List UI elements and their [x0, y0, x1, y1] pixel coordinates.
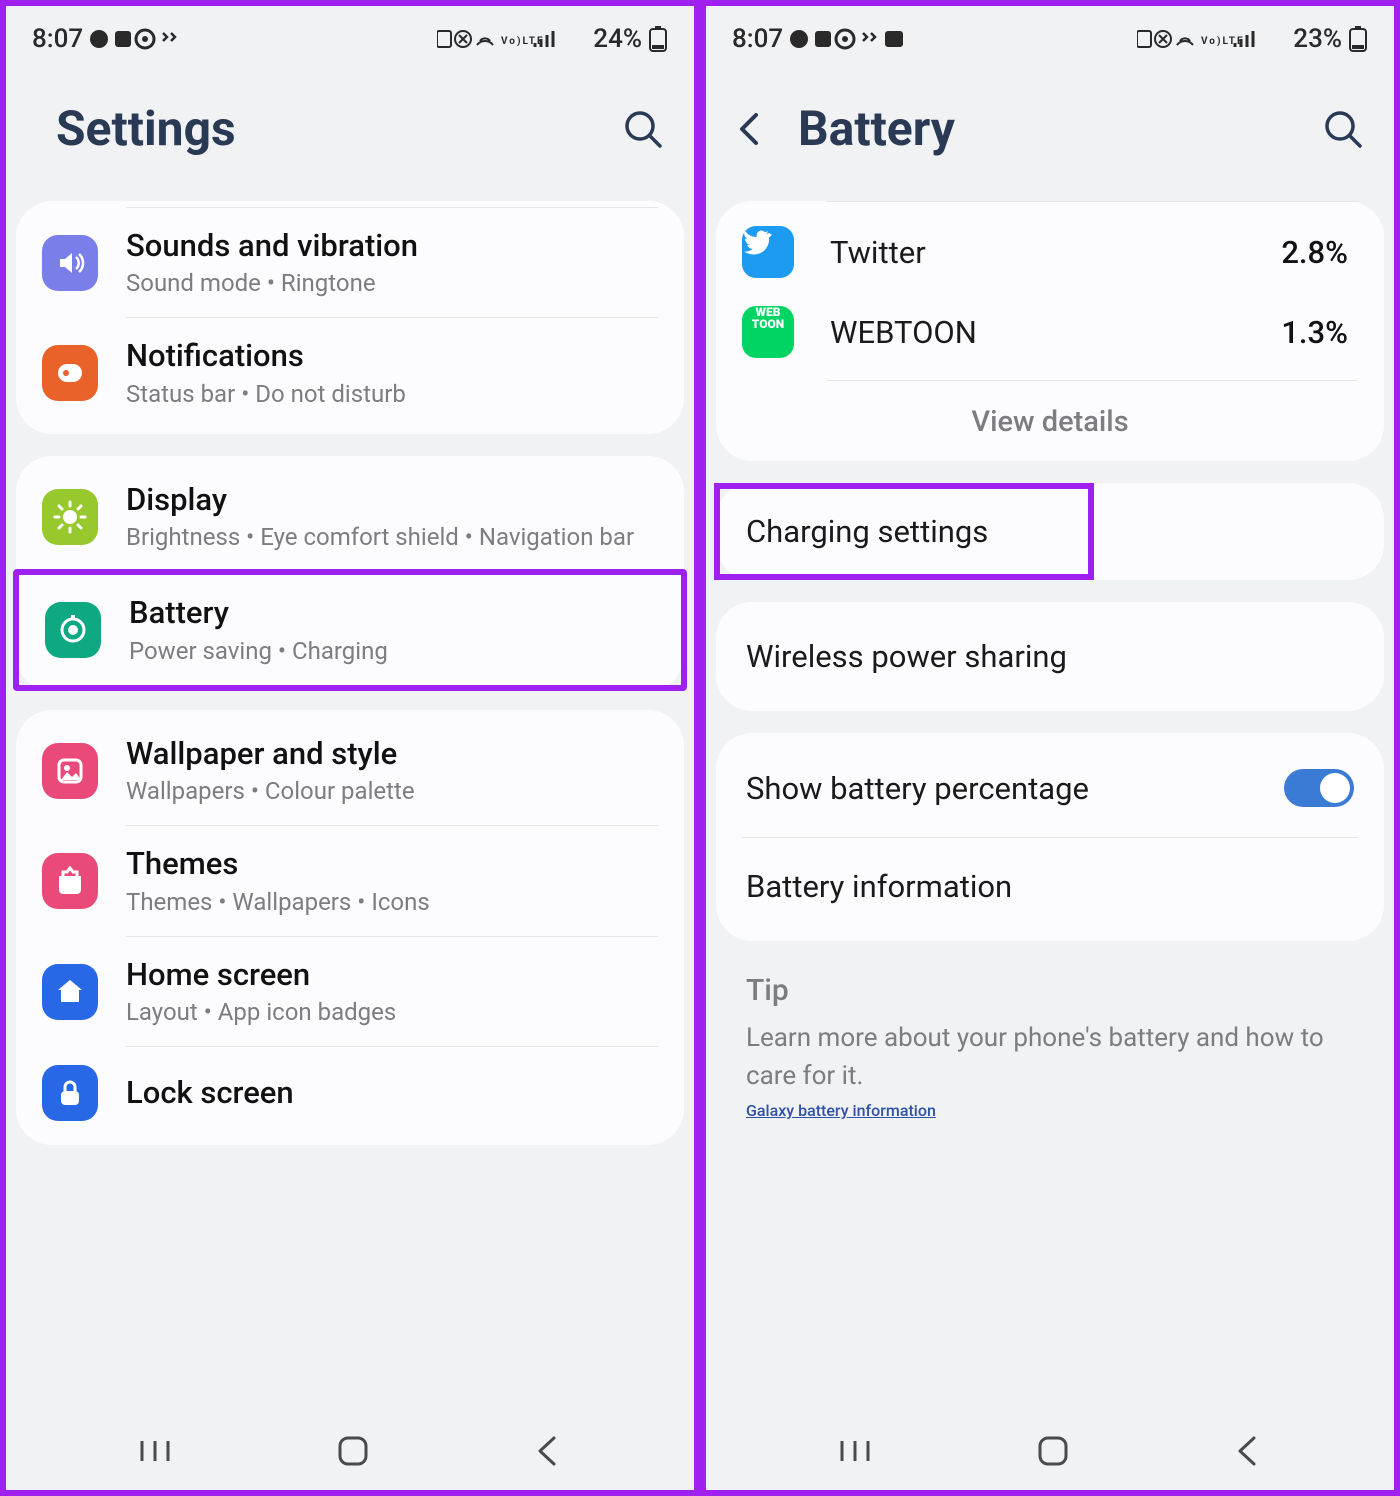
twitter-icon — [742, 226, 794, 278]
item-title: Notifications — [126, 336, 658, 376]
app-usage-webtoon[interactable]: WEBTOON WEBTOON 1.3% — [716, 292, 1384, 372]
settings-item-battery[interactable]: Battery Power saving • Charging — [19, 575, 681, 684]
phone-left: 8:07 Vo)LTE 24% Settings Sounds and vibr — [0, 0, 700, 1496]
nav-recents[interactable] — [838, 1437, 872, 1465]
item-sub: Sound mode • Ringtone — [126, 268, 658, 299]
item-sub: Themes • Wallpapers • Icons — [126, 887, 658, 918]
item-title: Themes — [126, 844, 658, 884]
item-sub: Layout • App icon badges — [126, 997, 658, 1028]
nav-back[interactable] — [534, 1434, 562, 1468]
battery-content[interactable]: Twitter 2.8% WEBTOON WEBTOON 1.3% View d… — [706, 201, 1394, 1412]
notifications-icon — [42, 345, 98, 401]
status-bar: 8:07 Vo)LTE 23% — [706, 6, 1394, 72]
status-left-icons — [789, 27, 913, 51]
item-title: Home screen — [126, 955, 658, 995]
nav-bar — [6, 1412, 694, 1490]
wireless-card: Wireless power sharing — [716, 602, 1384, 711]
charging-settings-card: Charging settings — [716, 483, 1384, 580]
show-battery-pct-row[interactable]: Show battery percentage — [716, 739, 1384, 837]
show-pct-label: Show battery percentage — [746, 770, 1284, 807]
status-right-icons: Vo)LTE — [437, 27, 587, 51]
settings-group: Wallpaper and style Wallpapers • Colour … — [16, 710, 684, 1145]
battery-info-row[interactable]: Battery information — [716, 838, 1384, 935]
item-title: Display — [126, 480, 658, 520]
battery-percent: 24% — [593, 24, 642, 54]
settings-item-home[interactable]: Home screen Layout • App icon badges — [16, 937, 684, 1046]
settings-item-wallpaper[interactable]: Wallpaper and style Wallpapers • Colour … — [16, 716, 684, 825]
highlight-battery: Battery Power saving • Charging — [13, 569, 687, 690]
home-icon — [42, 964, 98, 1020]
item-title: Lock screen — [126, 1073, 658, 1113]
nav-recents[interactable] — [138, 1437, 172, 1465]
status-left-icons — [89, 27, 189, 51]
battery-header: Battery — [706, 72, 1394, 201]
app-usage-twitter[interactable]: Twitter 2.8% — [716, 212, 1384, 292]
nav-back[interactable] — [1234, 1434, 1262, 1468]
tip-link[interactable]: Galaxy battery information — [746, 1101, 936, 1120]
sound-icon — [42, 235, 98, 291]
app-percent: 2.8% — [1281, 234, 1348, 271]
back-icon[interactable] — [736, 109, 770, 149]
battery-icon — [1348, 25, 1368, 53]
item-sub: Wallpapers • Colour palette — [126, 776, 658, 807]
app-name: Twitter — [830, 234, 1281, 271]
svg-text:Vo)LTE: Vo)LTE — [1201, 35, 1245, 47]
themes-icon — [42, 853, 98, 909]
phone-right: 8:07 Vo)LTE 23% Battery Twitter 2.8% — [700, 0, 1400, 1496]
battery-percent: 23% — [1293, 24, 1342, 54]
nav-home[interactable] — [336, 1434, 370, 1468]
settings-list[interactable]: Sounds and vibration Sound mode • Ringto… — [6, 201, 694, 1412]
clock: 8:07 — [32, 24, 83, 54]
item-title: Wallpaper and style — [126, 734, 658, 774]
settings-item-sounds[interactable]: Sounds and vibration Sound mode • Ringto… — [16, 208, 684, 317]
tip-body: Learn more about your phone's battery an… — [746, 1020, 1354, 1095]
tip-title: Tip — [746, 973, 1354, 1008]
show-pct-toggle[interactable] — [1284, 769, 1354, 807]
nav-bar — [706, 1412, 1394, 1490]
lock-icon — [42, 1065, 98, 1121]
nav-home[interactable] — [1036, 1434, 1070, 1468]
tip-block: Tip Learn more about your phone's batter… — [716, 963, 1384, 1150]
battery-icon — [648, 25, 668, 53]
item-sub: Status bar • Do not disturb — [126, 379, 658, 410]
settings-group: Display Brightness • Eye comfort shield … — [16, 456, 684, 691]
settings-group: Sounds and vibration Sound mode • Ringto… — [16, 201, 684, 434]
wireless-power-sharing-row[interactable]: Wireless power sharing — [716, 608, 1384, 705]
webtoon-icon: WEBTOON — [742, 306, 794, 358]
item-sub: Brightness • Eye comfort shield • Naviga… — [126, 522, 658, 553]
wireless-label: Wireless power sharing — [746, 638, 1354, 675]
battery-apps-card: Twitter 2.8% WEBTOON WEBTOON 1.3% View d… — [716, 201, 1384, 461]
item-title: Sounds and vibration — [126, 226, 658, 266]
charging-settings-row[interactable]: Charging settings — [720, 489, 1088, 574]
battery-info-label: Battery information — [746, 868, 1354, 905]
app-name: WEBTOON — [830, 314, 1281, 351]
settings-header: Settings — [6, 72, 694, 201]
settings-item-display[interactable]: Display Brightness • Eye comfort shield … — [16, 462, 684, 571]
search-icon[interactable] — [1322, 108, 1364, 150]
svg-text:Vo)LTE: Vo)LTE — [501, 35, 545, 47]
status-bar: 8:07 Vo)LTE 24% — [6, 6, 694, 72]
charging-settings-label: Charging settings — [746, 513, 988, 550]
item-sub: Power saving • Charging — [129, 636, 655, 667]
settings-item-notifications[interactable]: Notifications Status bar • Do not distur… — [16, 318, 684, 427]
item-title: Battery — [129, 593, 655, 633]
page-title: Battery — [798, 100, 1294, 157]
display-icon — [42, 489, 98, 545]
view-details-button[interactable]: View details — [716, 381, 1384, 455]
status-right-icons: Vo)LTE — [1137, 27, 1287, 51]
clock: 8:07 — [732, 24, 783, 54]
settings-item-lock[interactable]: Lock screen — [16, 1047, 684, 1139]
search-icon[interactable] — [622, 108, 664, 150]
app-percent: 1.3% — [1281, 314, 1348, 351]
wallpaper-icon — [42, 743, 98, 799]
page-title: Settings — [56, 100, 594, 157]
battery-extra-card: Show battery percentage Battery informat… — [716, 733, 1384, 941]
settings-item-themes[interactable]: Themes Themes • Wallpapers • Icons — [16, 826, 684, 935]
highlight-charging-settings: Charging settings — [714, 483, 1094, 580]
battery-icon — [45, 602, 101, 658]
